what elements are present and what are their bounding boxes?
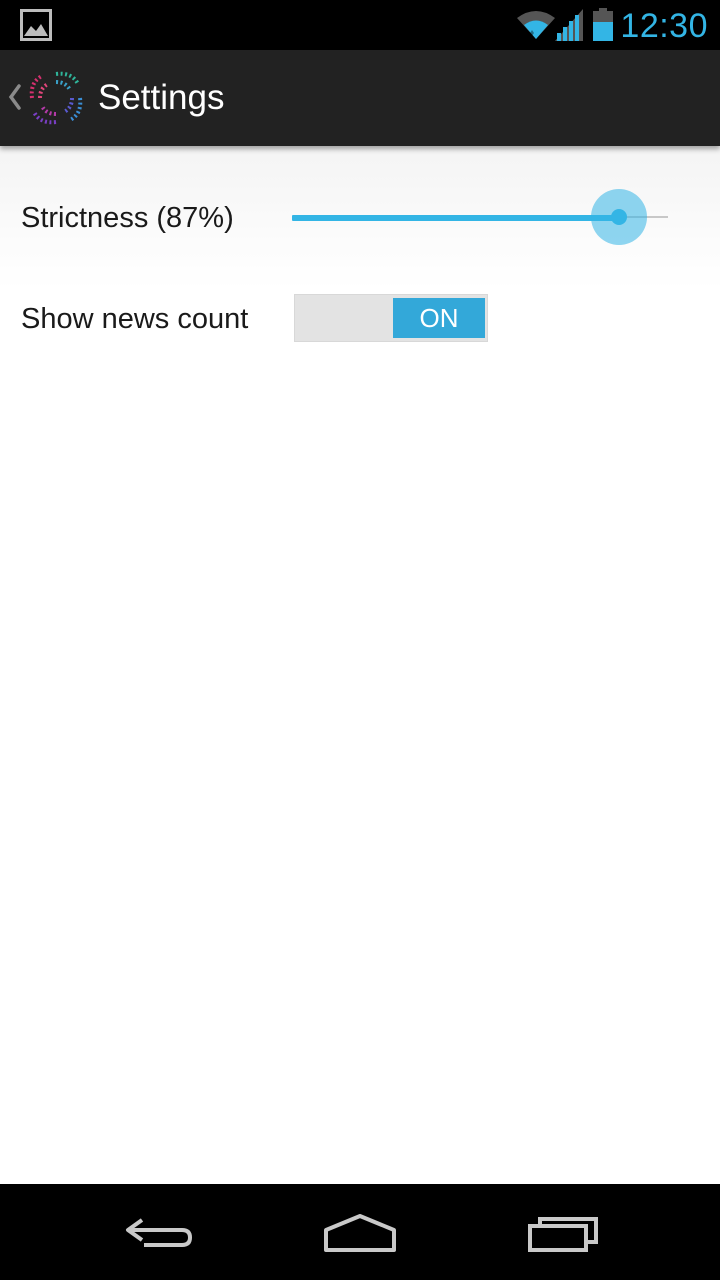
status-bar: 12:30 xyxy=(0,0,720,50)
back-icon[interactable] xyxy=(120,1212,200,1256)
wifi-icon xyxy=(517,11,555,39)
image-notification-icon xyxy=(20,9,52,41)
back-chevron-icon[interactable] xyxy=(8,84,22,110)
slider-thumb[interactable] xyxy=(611,209,627,225)
battery-icon xyxy=(593,8,613,41)
signal-icon xyxy=(555,9,583,41)
strictness-label: Strictness (87%) xyxy=(21,202,234,234)
strictness-slider[interactable] xyxy=(292,188,672,248)
recents-icon[interactable] xyxy=(524,1212,604,1256)
show-news-count-toggle[interactable]: ON xyxy=(294,294,488,342)
home-icon[interactable] xyxy=(318,1212,402,1256)
slider-track-fill xyxy=(292,215,619,221)
show-news-count-label: Show news count xyxy=(21,303,249,335)
strictness-setting-row: Strictness (87%) xyxy=(0,146,720,290)
action-bar: Settings xyxy=(0,50,720,146)
toggle-on-knob[interactable]: ON xyxy=(393,298,485,338)
app-logo-icon[interactable] xyxy=(26,68,86,128)
status-clock: 12:30 xyxy=(620,7,708,45)
page-title: Settings xyxy=(98,78,225,117)
navigation-bar xyxy=(0,1184,720,1280)
